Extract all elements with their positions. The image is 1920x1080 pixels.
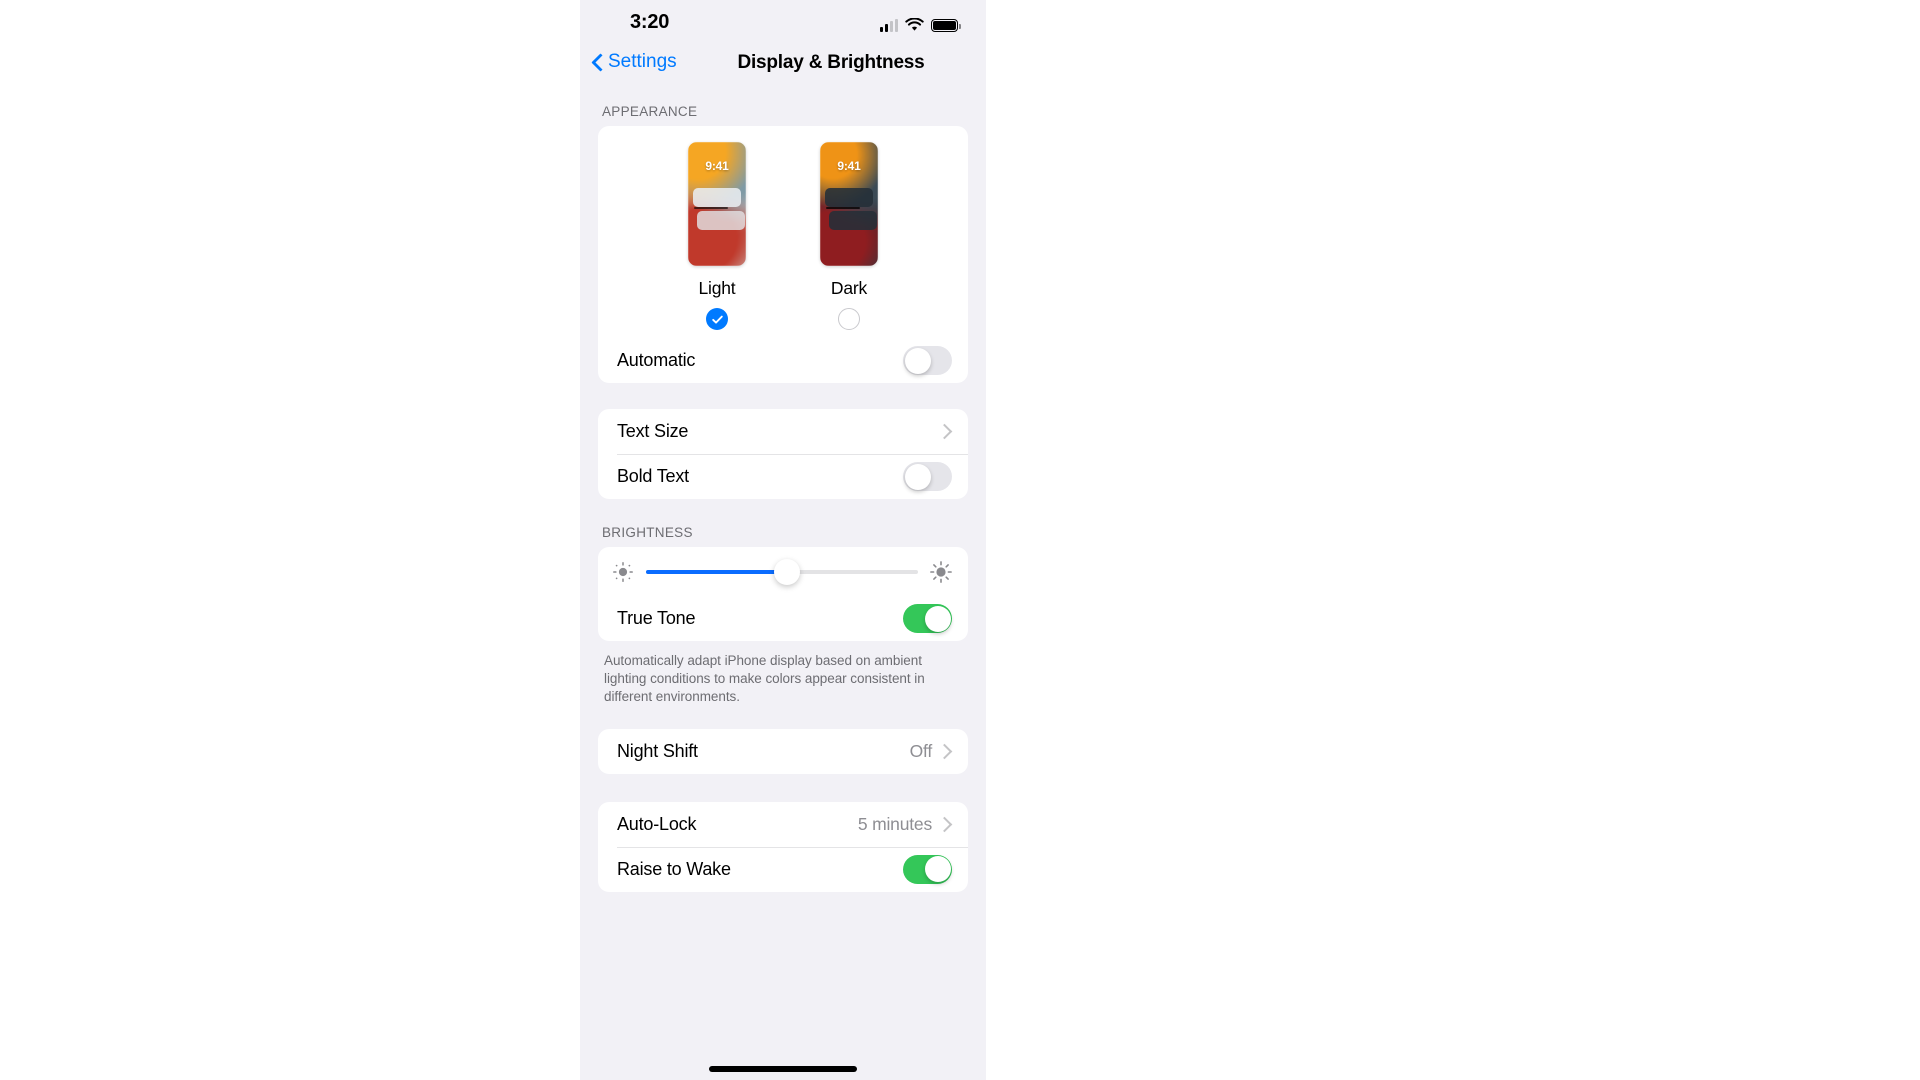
brightness-slider-knob[interactable] (774, 559, 801, 585)
page-title: Display & Brightness (737, 52, 925, 73)
brightness-card: True Tone (598, 547, 968, 641)
lock-settings-card: Auto-Lock 5 minutes Raise to Wake (598, 801, 968, 892)
status-bar: 3:20 (580, 0, 986, 46)
raise-to-wake-label: Raise to Wake (617, 858, 731, 879)
bold-text-toggle[interactable] (903, 462, 952, 491)
auto-lock-label: Auto-Lock (617, 813, 697, 834)
dark-preview-time: 9:41 (837, 159, 861, 173)
status-bar-indicators (880, 14, 961, 32)
brightness-slider-track[interactable] (646, 559, 918, 585)
row-night-shift[interactable]: Night Shift Off (598, 729, 968, 774)
brightness-high-icon (930, 561, 952, 583)
chevron-right-icon (936, 816, 953, 832)
row-true-tone[interactable]: True Tone (598, 596, 968, 641)
light-mode-label: Light (698, 278, 736, 298)
row-text-size[interactable]: Text Size (598, 409, 968, 454)
bold-text-label: Bold Text (617, 466, 689, 486)
appearance-card: 9:41 Light 9:41 Dark Automatic (598, 126, 968, 383)
dark-mode-radio-unselected[interactable] (838, 308, 860, 330)
row-bold-text[interactable]: Bold Text (598, 454, 968, 499)
appearance-option-dark[interactable]: 9:41 Dark (820, 142, 878, 330)
chevron-right-icon (936, 423, 953, 440)
appearance-option-light[interactable]: 9:41 Light (688, 142, 746, 330)
night-shift-value: Off (909, 740, 933, 761)
true-tone-toggle[interactable] (903, 604, 952, 633)
true-tone-footnote: Automatically adapt iPhone display based… (604, 653, 925, 705)
auto-lock-value: 5 minutes (857, 813, 932, 834)
dark-mode-preview: 9:41 (820, 142, 878, 266)
night-shift-label: Night Shift (617, 740, 698, 761)
automatic-toggle[interactable] (903, 346, 952, 375)
raise-to-wake-toggle[interactable] (903, 854, 952, 884)
true-tone-label: True Tone (617, 608, 696, 628)
night-shift-card: Night Shift Off (598, 728, 968, 774)
appearance-section-header: APPEARANCE (602, 104, 698, 119)
brightness-slider-fill (646, 570, 788, 574)
iphone-screen: 3:20 Settings Display & Brightness APPEA… (580, 0, 986, 1080)
row-auto-lock[interactable]: Auto-Lock 5 minutes (598, 802, 968, 847)
dark-mode-label: Dark (830, 278, 868, 298)
chevron-right-icon (936, 743, 953, 759)
cellular-signal-icon (880, 19, 898, 32)
light-preview-time: 9:41 (705, 159, 729, 173)
light-mode-preview: 9:41 (688, 142, 746, 266)
appearance-options: 9:41 Light 9:41 Dark (598, 126, 968, 338)
status-bar-time: 3:20 (630, 11, 670, 33)
brightness-section-header: BRIGHTNESS (602, 525, 693, 540)
light-mode-radio-selected[interactable] (706, 308, 728, 330)
text-size-label: Text Size (617, 421, 689, 441)
row-raise-to-wake[interactable]: Raise to Wake (598, 846, 968, 892)
settings-content: APPEARANCE 9:41 Light 9:41 Dark Automati… (580, 90, 986, 892)
automatic-label: Automatic (617, 350, 696, 370)
brightness-slider-row (598, 547, 968, 596)
wifi-icon (905, 17, 924, 32)
battery-full-icon (931, 19, 961, 32)
navigation-bar: Settings Display & Brightness (580, 46, 986, 90)
brightness-low-icon (612, 561, 634, 583)
home-indicator (709, 1066, 857, 1072)
screenshot-root: 3:20 Settings Display & Brightness APPEA… (0, 0, 1920, 1080)
row-automatic[interactable]: Automatic (598, 338, 968, 383)
text-settings-card: Text Size Bold Text (598, 409, 968, 499)
